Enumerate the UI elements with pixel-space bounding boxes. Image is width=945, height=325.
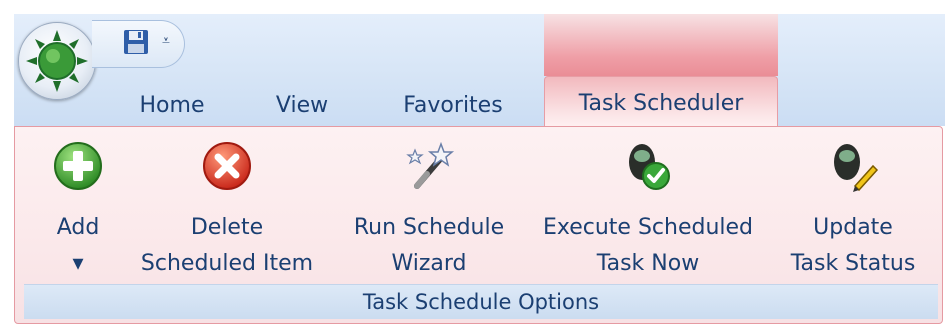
run-wizard-label-line2: Wizard [391, 251, 467, 276]
delete-scheduled-item-button[interactable]: Delete Scheduled Item [132, 140, 322, 282]
run-wizard-label-line1: Run Schedule [353, 215, 505, 240]
update-label-line1: Update [813, 215, 893, 240]
delete-label-line1: Delete [190, 215, 264, 240]
customize-qat-dropdown-icon[interactable]: ⩡ [162, 33, 170, 49]
save-icon[interactable] [122, 28, 150, 56]
tab-view[interactable]: View [262, 84, 342, 126]
magic-wand-icon [406, 141, 455, 189]
execute-label-line1: Execute Scheduled [542, 215, 754, 240]
app-logo-icon [26, 30, 88, 92]
add-dropdown-icon[interactable]: ▾ [72, 246, 83, 282]
execute-scheduled-task-now-button[interactable]: Execute Scheduled Task Now [530, 140, 766, 282]
execute-label-line2: Task Now [596, 251, 700, 276]
execute-task-icon [629, 144, 670, 190]
app-window: ⩡ Home View Favorites Task Scheduler Add… [0, 0, 945, 325]
update-label-line2: Task Status [790, 251, 916, 276]
add-icon [54, 142, 102, 190]
update-task-status-button[interactable]: Update Task Status [776, 140, 930, 282]
add-button-label: Add [56, 215, 100, 240]
application-menu-button[interactable] [18, 22, 96, 100]
ribbon-group-label: Task Schedule Options [24, 284, 938, 319]
update-status-icon [834, 144, 879, 192]
delete-label-line2: Scheduled Item [140, 251, 314, 276]
tab-task-scheduler[interactable]: Task Scheduler [544, 76, 778, 129]
add-button[interactable]: Add ▾ [36, 140, 120, 282]
contextual-tab-header [544, 14, 778, 76]
tab-home[interactable]: Home [126, 84, 218, 126]
run-schedule-wizard-button[interactable]: Run Schedule Wizard [340, 140, 518, 282]
delete-icon [203, 142, 251, 190]
quick-access-toolbar: ⩡ [92, 20, 185, 68]
tab-favorites[interactable]: Favorites [384, 84, 522, 126]
